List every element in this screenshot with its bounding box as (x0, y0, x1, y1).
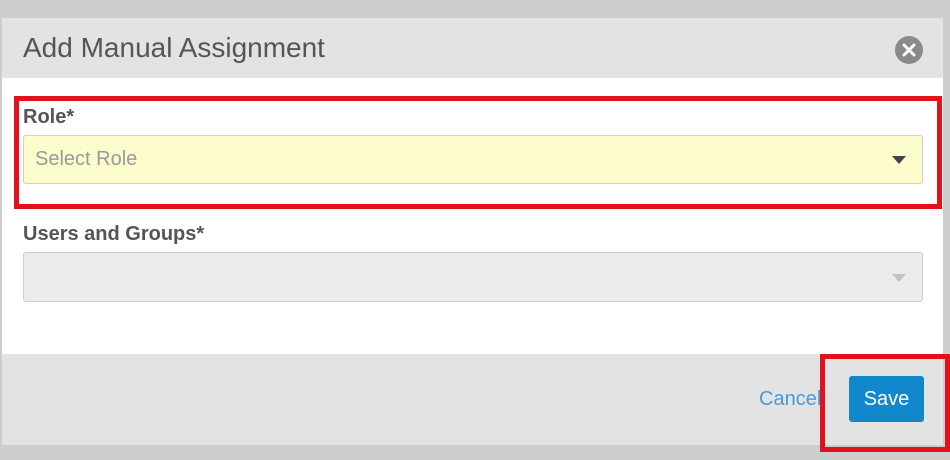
add-manual-assignment-dialog: Add Manual Assignment Role* Select Role … (2, 18, 943, 445)
users-and-groups-select[interactable] (23, 252, 923, 302)
close-button[interactable] (895, 36, 923, 64)
role-label: Role* (23, 106, 75, 128)
role-select-placeholder: Select Role (35, 148, 138, 170)
caret-down-icon (892, 156, 906, 164)
cancel-button[interactable]: Cancel (759, 388, 821, 411)
dialog-header: Add Manual Assignment (2, 18, 943, 78)
close-icon (902, 43, 916, 57)
dialog-footer: Cancel Save (2, 354, 943, 445)
role-select[interactable]: Select Role (23, 135, 923, 184)
caret-down-icon (892, 274, 906, 282)
save-button[interactable]: Save (849, 376, 924, 422)
users-and-groups-label: Users and Groups* (23, 223, 205, 245)
dialog-title: Add Manual Assignment (23, 32, 325, 63)
